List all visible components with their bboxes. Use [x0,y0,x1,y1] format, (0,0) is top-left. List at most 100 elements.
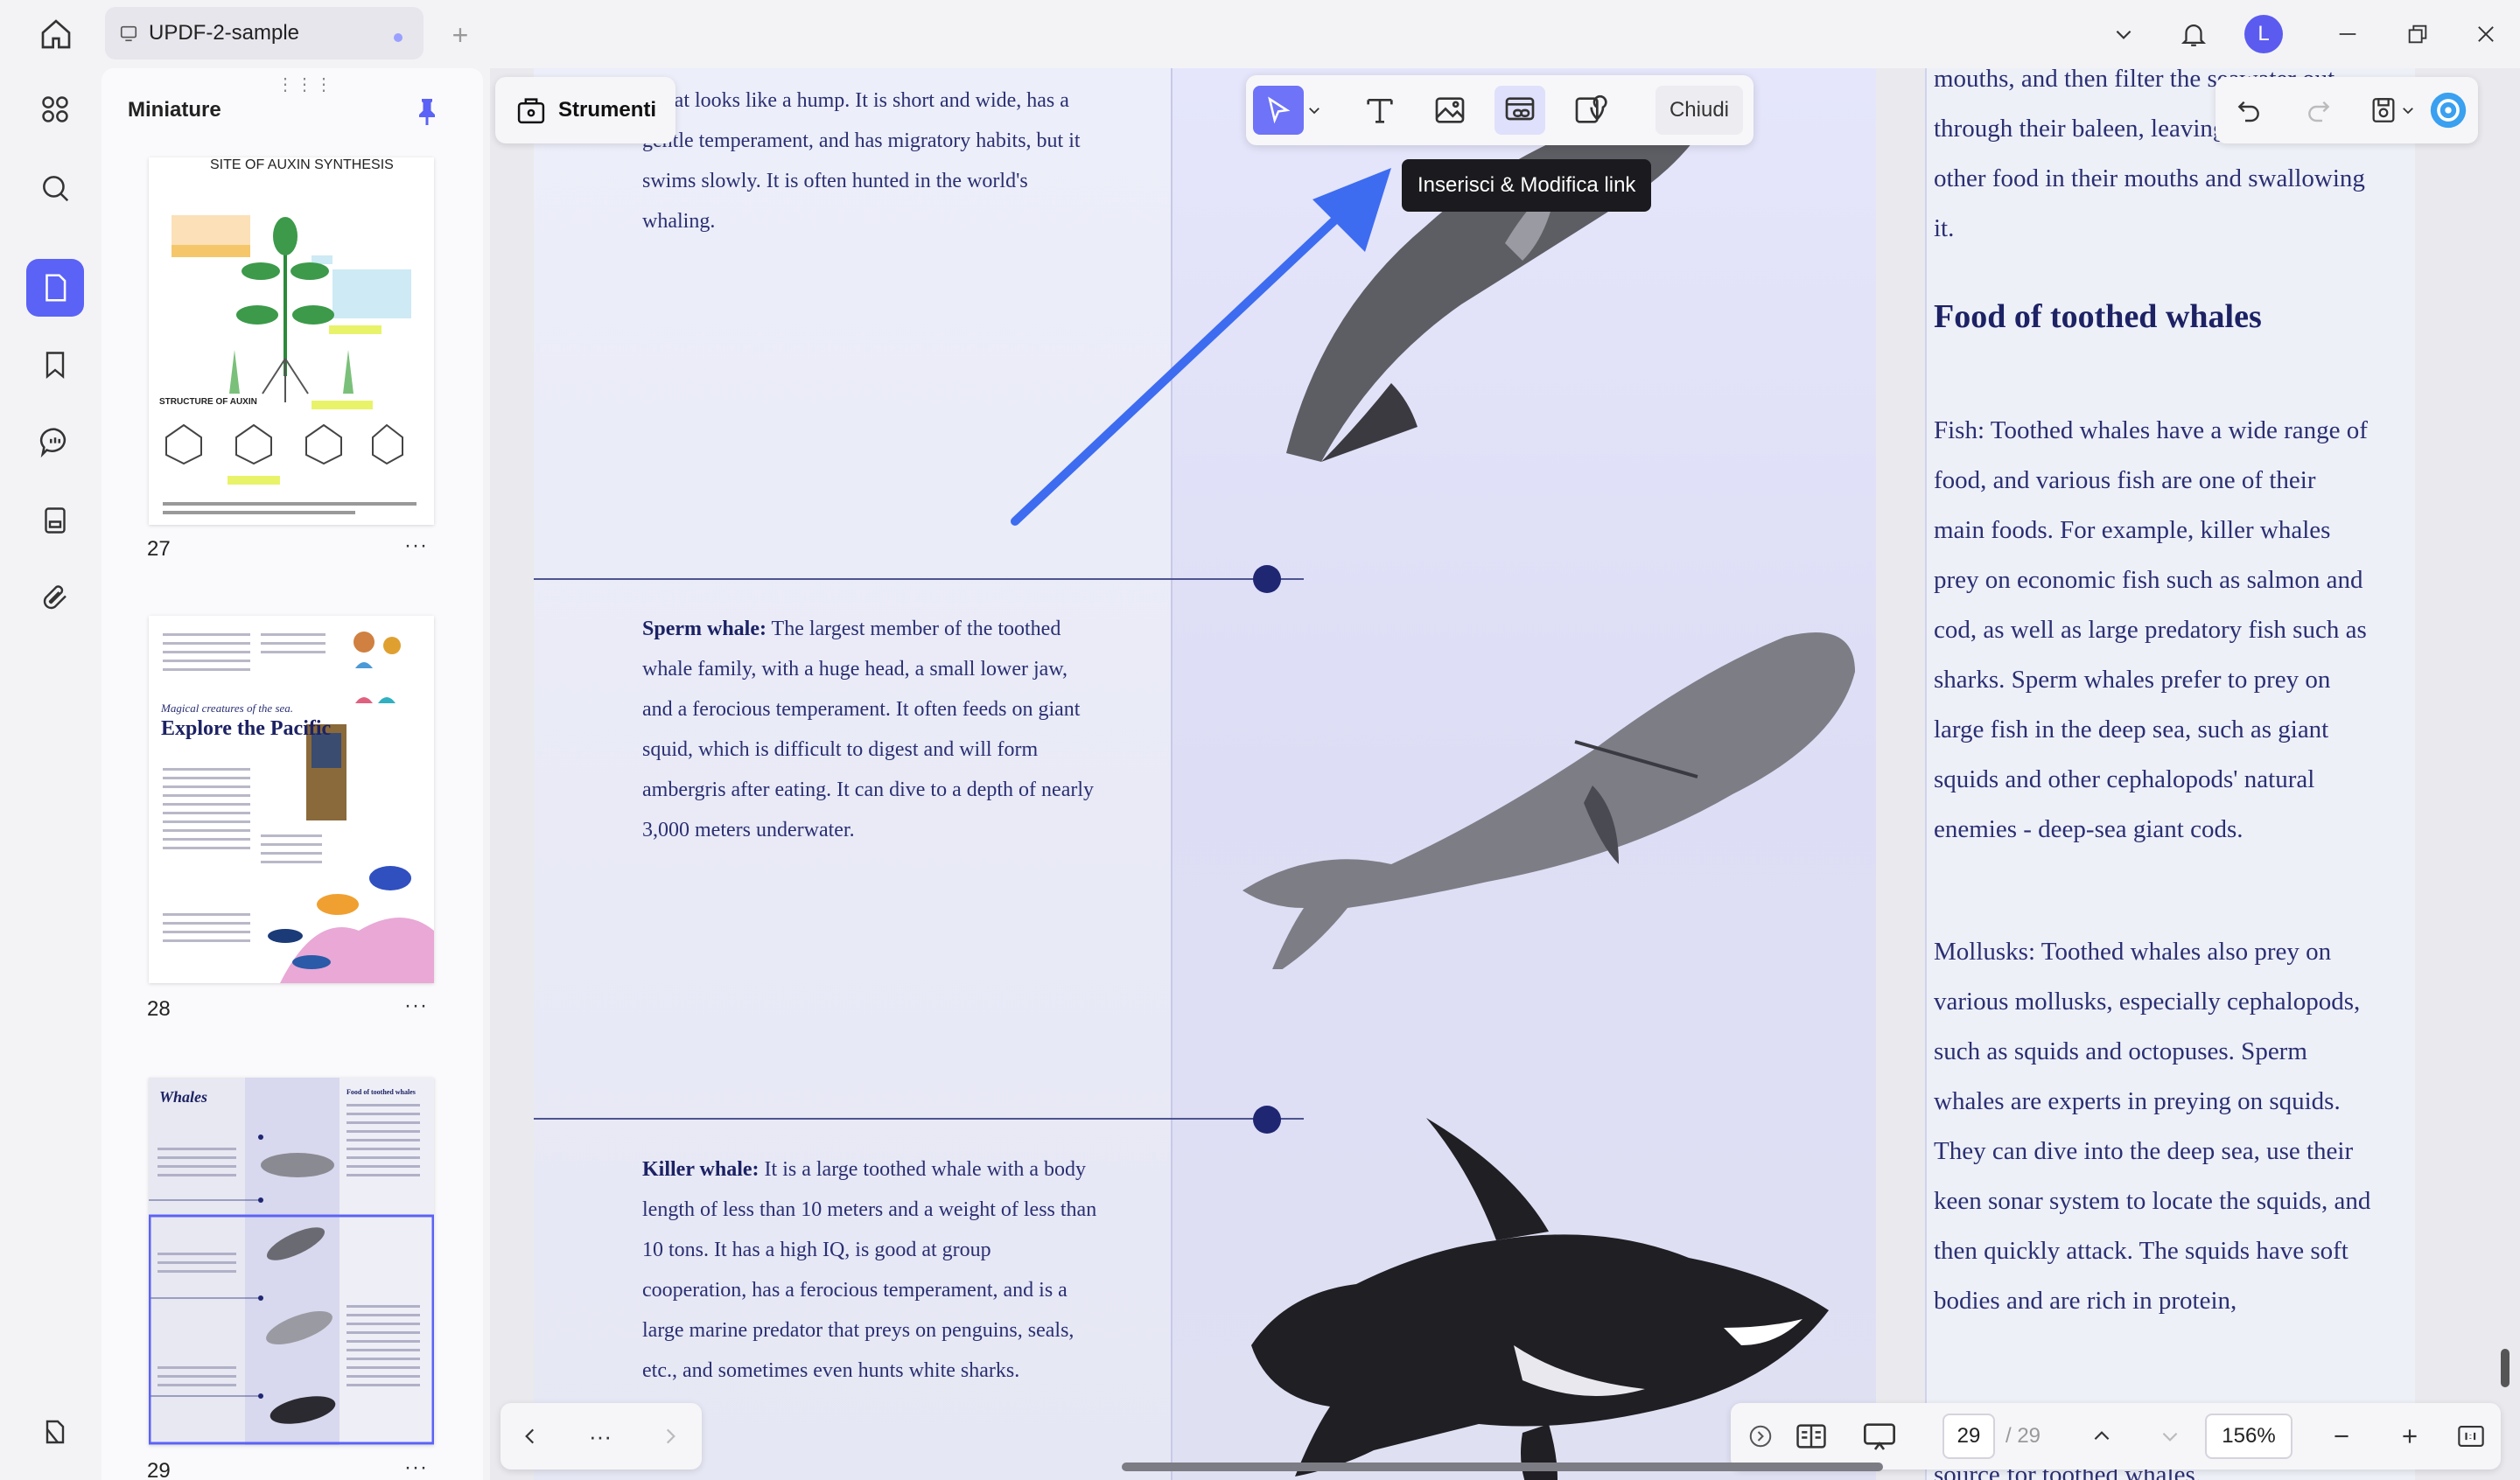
panel-drag-handle[interactable]: ⋮⋮⋮ [276,73,334,95]
text-icon [1367,99,1393,123]
zoom-out-button[interactable] [2320,1415,2362,1457]
insert-edit-link-button[interactable] [1494,86,1545,135]
rail-bookmarks-button[interactable] [26,336,84,394]
current-page-input[interactable]: 29 [1942,1414,1995,1459]
redo-button[interactable] [2298,89,2340,131]
section-heading: Food of toothed whales [1934,298,2262,335]
horizontal-scrollbar[interactable] [1122,1463,1883,1471]
bookmark-icon [46,352,65,380]
unsaved-dot [394,33,402,42]
add-image-button[interactable] [1424,86,1475,135]
thumbnail-label-29: 29 [147,1459,171,1480]
restore-icon [2408,24,2427,44]
presentation-button[interactable] [1858,1415,1900,1457]
close-edit-toolbar-button[interactable]: Chiudi [1656,86,1743,135]
select-tool-dropdown[interactable] [1302,86,1326,135]
chevron-left-icon [525,1428,535,1444]
rail-attachment-button[interactable] [26,569,84,626]
rail-apps-button[interactable] [26,80,84,138]
pin-panel-button[interactable] [411,94,443,129]
notifications-button[interactable] [2174,14,2214,54]
panel-title: Miniature [128,98,221,122]
rail-attachments-pages-button[interactable] [26,492,84,549]
mollusks-paragraph: Mollusks: Toothed whales also prey on va… [1934,938,2371,1315]
page-layout-button[interactable] [1790,1415,1832,1457]
thumbnail-more-29[interactable]: ··· [404,1456,428,1480]
thumbnail-page-29[interactable]: Whales Food of toothed whales [149,1078,434,1445]
link-tooltip: Inserisci & Modifica link [1402,159,1652,212]
sperm-whale-image [1242,632,1855,969]
document-tab[interactable]: UPDF-2-sample [105,7,424,59]
save-dropdown[interactable] [2398,89,2418,131]
minimize-button[interactable] [2328,14,2368,54]
page-nav-left: ··· [500,1403,702,1470]
thumbnail-label-27: 27 [147,537,171,561]
home-icon [41,19,71,49]
zoom-level-input[interactable]: 156% [2205,1414,2292,1459]
maximize-button[interactable] [2398,14,2438,54]
sperm-whale-title: Sperm whale: [642,618,766,640]
ai-assistant-icon [2430,92,2467,129]
fish-paragraph: Fish: Toothed whales have a wide range o… [1934,416,2368,843]
chevron-right-icon [666,1428,676,1444]
chevron-right-circle-icon [1749,1425,1772,1448]
ai-assistant-button[interactable] [2427,89,2469,131]
timeline-line [534,578,1304,580]
close-window-button[interactable] [2466,14,2506,54]
plus-icon [2403,1429,2417,1443]
document-tab-icon [120,25,137,42]
previous-button[interactable] [509,1415,551,1457]
thumbnail-more-27[interactable]: ··· [404,534,428,558]
select-tool-button[interactable] [1253,86,1304,135]
user-avatar-button[interactable]: L [2244,14,2284,54]
rail-layers-button[interactable] [26,1403,84,1461]
history-toolbar [2216,77,2478,143]
avatar: L [2244,15,2283,53]
save-icon [2372,98,2395,122]
killer-whale-text: It is a large toothed whale with a body … [642,1158,1097,1382]
thumb-heading: Whales [159,1088,208,1106]
title-bar: UPDF-2-sample + L [0,0,2520,68]
toolbox-icon [517,98,545,124]
thumbnail-more-28[interactable]: ··· [404,994,428,1018]
map-pin-icon [1575,94,1607,123]
new-tab-button[interactable]: + [443,17,478,52]
page-icon [46,274,66,302]
more-options-button[interactable]: ··· [579,1415,621,1457]
thumb-subheading: STRUCTURE OF AUXIN [159,397,257,407]
chevron-down-icon [2403,108,2413,115]
thumbnail-page-28[interactable]: Magical creatures of the sea. Explore th… [149,616,434,983]
rail-search-button[interactable] [26,159,84,217]
bell-icon [2180,24,2207,46]
sperm-whale-text: The largest member of the toothed whale … [642,618,1095,841]
undo-button[interactable] [2228,89,2270,131]
layers-icon [46,1420,65,1444]
page-down-button[interactable] [2149,1415,2191,1457]
vertical-scrollbar[interactable] [2501,1349,2510,1387]
paperclip-icon [43,585,66,610]
tools-button[interactable]: Strumenti [495,77,676,143]
thumbnail-panel: ⋮⋮⋮ Miniature SITE OF AUXIN SYNTHESIS ST… [102,68,483,1480]
next-button[interactable] [649,1415,691,1457]
edit-toolbar: Chiudi [1246,75,1754,145]
rail-thumbnails-button[interactable] [26,259,84,317]
close-icon [2478,26,2494,42]
thumbnail-page-27[interactable]: SITE OF AUXIN SYNTHESIS STRUCTURE OF AUX… [149,157,434,525]
add-text-button[interactable] [1354,86,1405,135]
timeline-line [534,1118,1304,1120]
zoom-in-button[interactable] [2389,1415,2431,1457]
thumb-heading: Explore the Pacific [161,717,332,740]
search-icon [43,176,69,202]
actual-size-button[interactable] [2450,1415,2492,1457]
expand-nav-button[interactable] [1740,1415,1782,1457]
rail-comments-button[interactable] [26,413,84,471]
chevron-down-icon [1309,108,1320,115]
add-location-link-button[interactable] [1564,86,1615,135]
home-button[interactable] [33,16,79,52]
link-icon [1505,97,1535,121]
thumbnail-label-28: 28 [147,997,171,1021]
dropdown-button[interactable] [2104,14,2144,54]
document-viewport[interactable]: k that looks like a hump. It is short an… [490,68,2520,1480]
page-up-button[interactable] [2081,1415,2123,1457]
chevron-down-icon [2162,1432,2178,1442]
